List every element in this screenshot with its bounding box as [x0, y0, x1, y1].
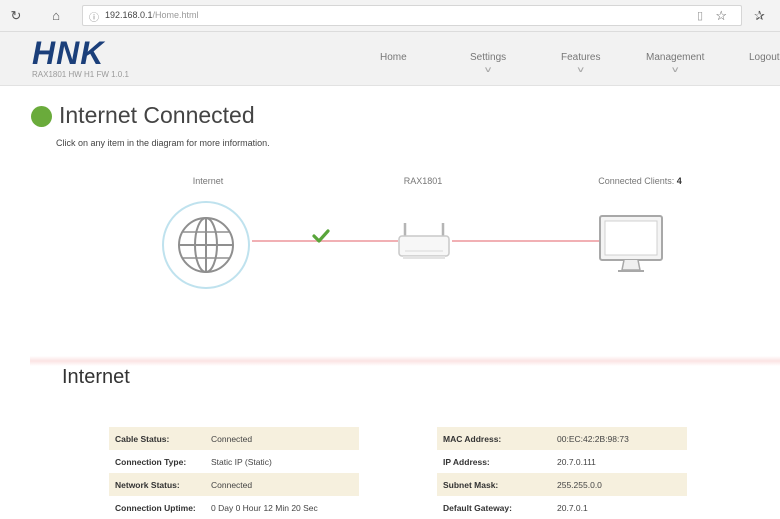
- chevron-down-icon: ∨: [576, 65, 586, 74]
- table-row: Subnet Mask: 255.255.0.0: [437, 473, 687, 496]
- browser-toolbar: ↻ ⌂ ⓘ 192.168.0.1/Home.html ▯ ☆ ✰: [0, 0, 780, 32]
- checkmark-icon: [312, 229, 330, 243]
- table-row: Network Status: Connected: [109, 473, 359, 496]
- clients-node[interactable]: [598, 212, 664, 278]
- url-text[interactable]: 192.168.0.1/Home.html: [105, 10, 199, 20]
- nav-logout[interactable]: Logout: [749, 52, 780, 63]
- address-bar[interactable]: ⓘ 192.168.0.1/Home.html ▯ ☆: [82, 5, 742, 26]
- connected-clients-label[interactable]: Connected Clients: 4: [585, 176, 695, 186]
- nav-features-label: Features: [561, 52, 601, 63]
- router-header: HNK RAX1801 HW H1 FW 1.0.1 Home Settings…: [0, 32, 780, 86]
- subnet-mask-value: 255.255.0.0: [551, 473, 687, 496]
- ip-address-value: 20.7.0.111: [557, 456, 596, 467]
- internet-label: Internet: [192, 176, 224, 186]
- favorites-icon[interactable]: ✰: [754, 8, 765, 24]
- router-icon: [398, 223, 450, 259]
- nav-management[interactable]: Management ∨: [646, 52, 704, 74]
- nav-home-label: Home: [380, 52, 407, 63]
- table-row: Cable Status: Connected: [109, 427, 359, 450]
- internet-section-title: Internet: [62, 366, 130, 388]
- nav-management-label: Management: [646, 52, 705, 63]
- internet-status-table: Cable Status: Connected Connection Type:…: [109, 427, 359, 519]
- monitor-icon: [599, 215, 663, 272]
- ip-address-label: IP Address:: [443, 456, 490, 467]
- chevron-down-icon: ∨: [483, 65, 493, 74]
- internet-node[interactable]: [161, 200, 251, 290]
- info-icon[interactable]: ⓘ: [89, 9, 99, 24]
- nav-home[interactable]: Home: [380, 52, 407, 63]
- connection-type-label: Connection Type:: [115, 456, 187, 467]
- diagram-instructions: Click on any item in the diagram for mor…: [56, 138, 270, 148]
- table-row: IP Address: 20.7.0.111: [437, 450, 687, 473]
- default-gateway-label: Default Gateway:: [443, 502, 512, 513]
- router-label: RAX1801: [403, 176, 443, 186]
- home-icon[interactable]: ⌂: [48, 8, 64, 24]
- section-divider: [30, 356, 780, 366]
- firmware-info: RAX1801 HW H1 FW 1.0.1: [32, 70, 129, 79]
- router-clients-link: [452, 240, 600, 242]
- table-row: MAC Address: 00:EC:42:2B:98:73: [437, 427, 687, 450]
- router-node[interactable]: [395, 220, 453, 262]
- clients-label-text: Connected Clients:: [598, 176, 675, 186]
- reader-view-icon[interactable]: ▯: [697, 9, 703, 22]
- network-status-value: Connected: [205, 473, 359, 496]
- status-indicator-dot: [31, 106, 52, 127]
- chevron-down-icon: ∨: [670, 65, 680, 74]
- cable-status-value: Connected: [205, 427, 359, 450]
- connection-uptime-value: 0 Day 0 Hour 12 Min 20 Sec: [211, 502, 318, 513]
- brand-logo: HNK: [32, 35, 105, 71]
- table-row: Connection Uptime: 0 Day 0 Hour 12 Min 2…: [109, 496, 359, 519]
- connection-uptime-label: Connection Uptime:: [115, 502, 196, 513]
- nav-logout-label: Logout: [749, 52, 780, 63]
- table-row: Connection Type: Static IP (Static): [109, 450, 359, 473]
- reload-icon[interactable]: ↻: [8, 8, 24, 24]
- nav-settings-label: Settings: [470, 52, 507, 63]
- bookmark-star-icon[interactable]: ☆: [715, 8, 727, 24]
- subnet-mask-label: Subnet Mask:: [437, 473, 551, 496]
- nav-settings[interactable]: Settings ∨: [470, 52, 506, 74]
- internet-address-table: MAC Address: 00:EC:42:2B:98:73 IP Addres…: [437, 427, 687, 519]
- default-gateway-value: 20.7.0.1: [557, 502, 588, 513]
- mac-address-value: 00:EC:42:2B:98:73: [551, 427, 687, 450]
- connection-status-title: Internet Connected: [59, 102, 255, 128]
- network-status-label: Network Status:: [109, 473, 205, 496]
- nav-features[interactable]: Features ∨: [561, 52, 600, 74]
- table-row: Default Gateway: 20.7.0.1: [437, 496, 687, 519]
- globe-icon: [162, 201, 250, 289]
- mac-address-label: MAC Address:: [437, 427, 551, 450]
- cable-status-label: Cable Status:: [109, 427, 205, 450]
- connection-type-value: Static IP (Static): [211, 456, 272, 467]
- clients-count: 4: [676, 176, 682, 186]
